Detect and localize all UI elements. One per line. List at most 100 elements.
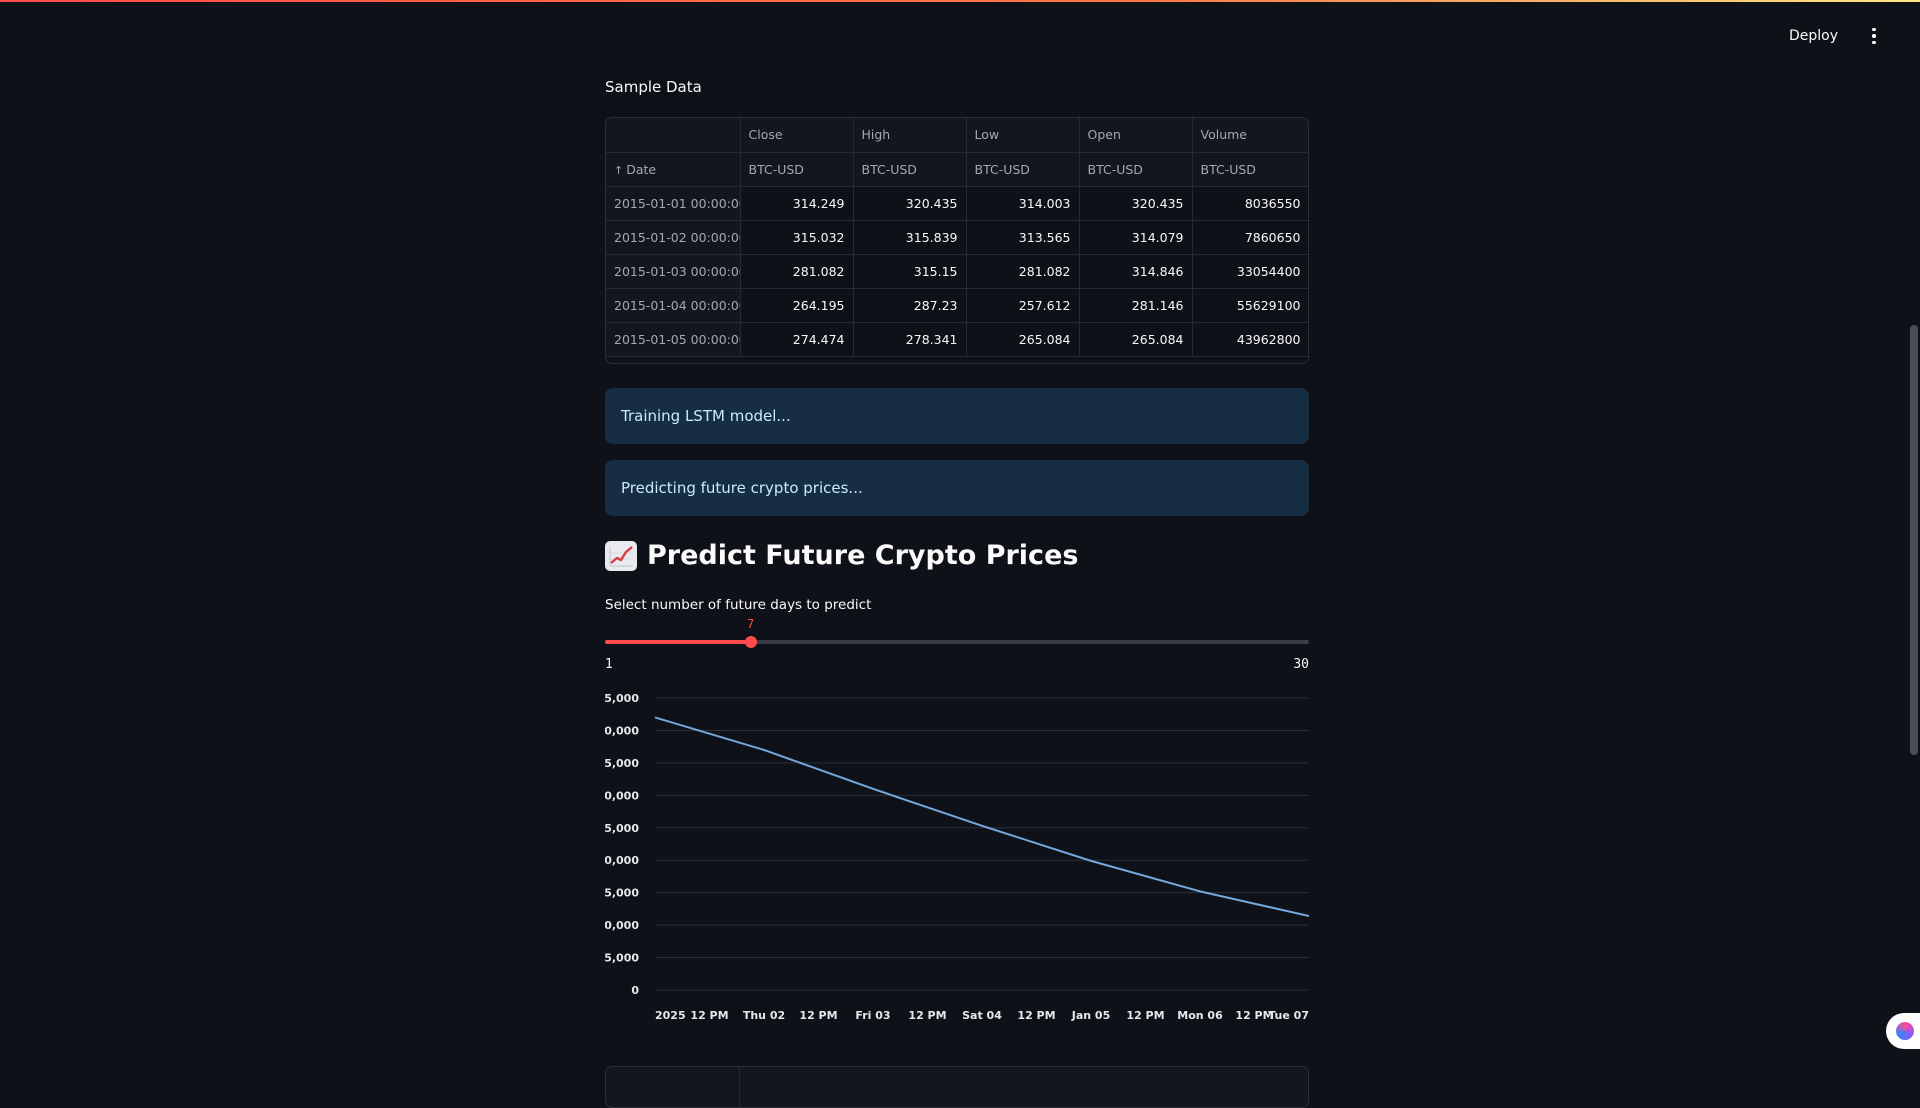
future-days-slider[interactable] — [605, 636, 1309, 648]
x-tick-label: Thu 02 — [743, 1009, 785, 1022]
column-header[interactable]: High — [853, 118, 967, 153]
table-cell[interactable]: 314.846 — [1079, 254, 1193, 289]
y-tick-label: 45,000 — [605, 692, 639, 705]
table-cell[interactable]: 257.612 — [966, 288, 1080, 323]
table-row: 2015-01-03 00:00:00 281.082 315.15 281.0… — [606, 254, 1308, 289]
table-header-row: Close High Low Open Volume — [606, 118, 1308, 153]
slider-fill — [605, 640, 751, 644]
chart-increasing-icon — [605, 540, 637, 571]
table-row: 2015-01-05 00:00:00 274.474 278.341 265.… — [606, 322, 1308, 357]
table-cell[interactable]: 7860650 — [1192, 220, 1308, 255]
table-cell[interactable]: 315.032 — [740, 220, 854, 255]
x-tick-label: 12 PM — [1126, 1009, 1164, 1022]
date-header-label: Date — [626, 161, 657, 177]
predicting-info-alert: Predicting future crypto prices... — [605, 460, 1309, 516]
column-subheader[interactable]: BTC-USD — [1192, 152, 1308, 187]
table-cell-index[interactable]: 2015-01-01 00:00:00 — [606, 186, 741, 221]
table-cell[interactable]: 43962800 — [1192, 322, 1308, 357]
x-tick-label: 12 PM — [1017, 1009, 1055, 1022]
table-cell[interactable]: 315.15 — [853, 254, 967, 289]
table-cell[interactable]: 281.082 — [740, 254, 854, 289]
page-scrollbar[interactable] — [1908, 0, 1920, 1080]
data-point[interactable] — [758, 744, 770, 756]
table-cell[interactable]: 281.082 — [966, 254, 1080, 289]
sample-data-label: Sample Data — [605, 78, 702, 96]
table-cell[interactable]: 281.146 — [1079, 288, 1193, 323]
x-tick-label: Fri 03 — [855, 1009, 890, 1022]
column-header[interactable]: Close — [740, 118, 854, 153]
top-decoration-bar — [0, 0, 1920, 2]
y-tick-label: 5,000 — [605, 952, 639, 965]
data-point[interactable] — [649, 711, 661, 723]
table-cell-index[interactable]: 2015-01-03 00:00:00 — [606, 254, 741, 289]
table-row: 2015-01-04 00:00:00 264.195 287.23 257.6… — [606, 288, 1308, 323]
data-point[interactable] — [976, 820, 988, 832]
deploy-button[interactable]: Deploy — [1783, 22, 1844, 50]
column-header — [606, 118, 741, 153]
page-heading: Predict Future Crypto Prices — [605, 540, 1078, 571]
table-cell[interactable]: 320.435 — [1079, 186, 1193, 221]
series-line[interactable] — [654, 716, 1309, 918]
slider-max-label: 30 — [1293, 657, 1309, 672]
brain-icon — [1896, 1022, 1914, 1040]
table-cell[interactable]: 55629100 — [1192, 288, 1308, 323]
data-point[interactable] — [1085, 855, 1097, 867]
table-cell[interactable]: 313.565 — [966, 220, 1080, 255]
y-tick-label: 10,000 — [605, 919, 639, 932]
table-cell[interactable]: 278.341 — [853, 322, 967, 357]
slider-thumb[interactable] — [744, 636, 757, 648]
column-header[interactable]: Open — [1079, 118, 1193, 153]
data-point[interactable] — [867, 783, 879, 795]
slider-value-label: 7 — [747, 617, 755, 631]
y-tick-label: 0 — [631, 984, 639, 997]
table-cell-index[interactable]: 2015-01-02 00:00:00 — [606, 220, 741, 255]
sample-data-table[interactable]: Close High Low Open Volume ↑ Date BTC-USD… — [605, 117, 1309, 364]
streamlit-status-widget[interactable] — [1886, 1013, 1920, 1049]
app-toolbar: Deploy — [1783, 0, 1920, 72]
data-point[interactable] — [1303, 910, 1309, 922]
y-tick-label: 30,000 — [605, 789, 639, 802]
y-tick-label: 35,000 — [605, 757, 639, 770]
table-cell-index[interactable]: 2015-01-04 00:00:00 — [606, 288, 741, 323]
x-tick-label: 2025 — [655, 1009, 686, 1022]
table-cell[interactable]: 314.249 — [740, 186, 854, 221]
x-tick-label: Mon 06 — [1177, 1009, 1223, 1022]
slider-min-label: 1 — [605, 657, 613, 672]
data-point[interactable] — [1194, 885, 1206, 897]
page-title: Predict Future Crypto Prices — [647, 540, 1079, 571]
column-subheader[interactable]: BTC-USD — [740, 152, 854, 187]
table-subheader-row: ↑ Date BTC-USD BTC-USD BTC-USD BTC-USD BT… — [606, 152, 1308, 187]
table-cell-index[interactable]: 2015-01-05 00:00:00 — [606, 322, 741, 357]
table-cell[interactable]: 320.435 — [853, 186, 967, 221]
table-cell[interactable]: 8036550 — [1192, 186, 1308, 221]
kebab-menu-icon[interactable] — [1862, 24, 1886, 48]
date-column-header[interactable]: ↑ Date — [606, 152, 741, 187]
predictions-table[interactable] — [605, 1066, 1309, 1108]
x-tick-label: Tue 07 — [1268, 1009, 1309, 1022]
scrollbar-thumb[interactable] — [1910, 325, 1918, 755]
y-tick-label: 40,000 — [605, 724, 639, 737]
y-tick-label: 25,000 — [605, 822, 639, 835]
table-cell[interactable]: 314.003 — [966, 186, 1080, 221]
y-tick-label: 20,000 — [605, 854, 639, 867]
column-subheader[interactable]: BTC-USD — [1079, 152, 1193, 187]
arrow-up-icon: ↑ — [614, 163, 624, 177]
slider-label: Select number of future days to predict — [605, 597, 872, 613]
prediction-line-chart[interactable]: 0 5,000 10,000 15,000 20,000 25,000 30,000 35,0… — [605, 688, 1309, 1028]
table-cell[interactable]: 265.084 — [1079, 322, 1193, 357]
table-cell[interactable]: 265.084 — [966, 322, 1080, 357]
table-column-divider — [739, 1067, 740, 1107]
table-cell[interactable]: 33054400 — [1192, 254, 1308, 289]
table-cell[interactable]: 287.23 — [853, 288, 967, 323]
table-cell[interactable]: 315.839 — [853, 220, 967, 255]
x-tick-label: 12 PM — [908, 1009, 946, 1022]
table-cell[interactable]: 264.195 — [740, 288, 854, 323]
x-tick-label: Sat 04 — [962, 1009, 1002, 1022]
column-header[interactable]: Low — [966, 118, 1080, 153]
x-tick-label: 12 PM — [690, 1009, 728, 1022]
table-cell[interactable]: 314.079 — [1079, 220, 1193, 255]
column-subheader[interactable]: BTC-USD — [966, 152, 1080, 187]
table-cell[interactable]: 274.474 — [740, 322, 854, 357]
column-header[interactable]: Volume — [1192, 118, 1308, 153]
column-subheader[interactable]: BTC-USD — [853, 152, 967, 187]
